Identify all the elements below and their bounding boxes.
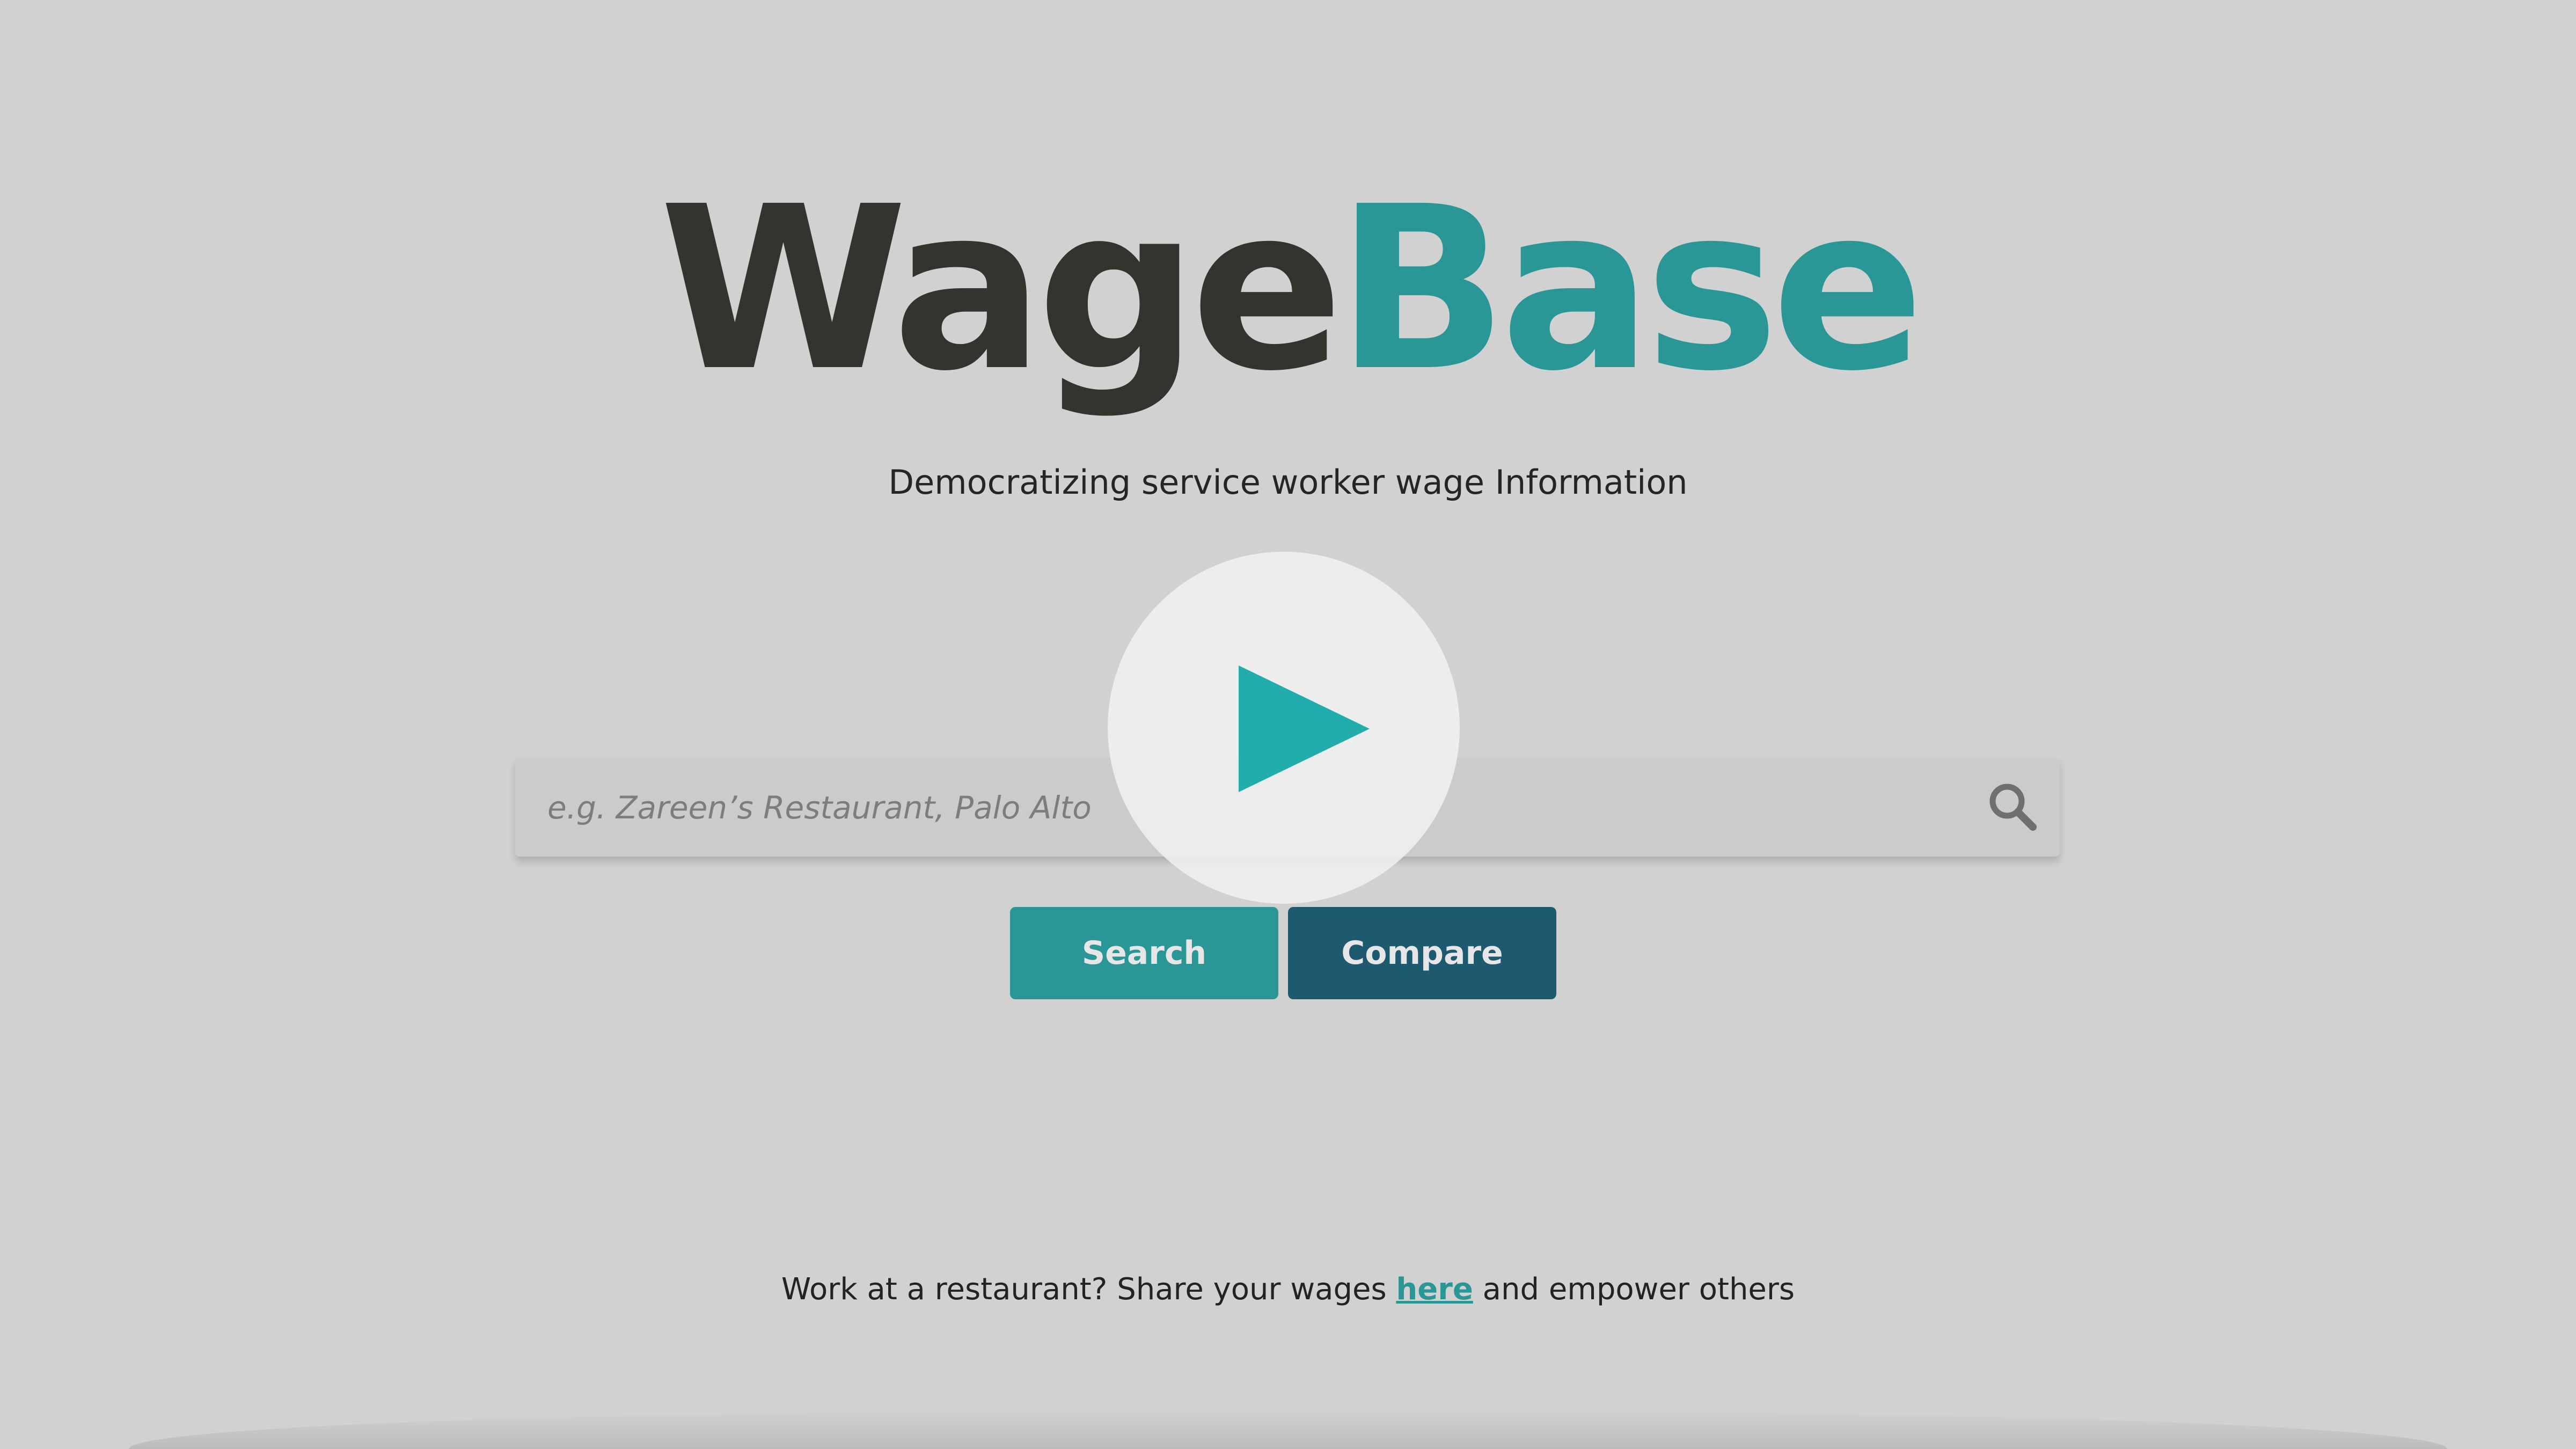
bottom-edge-shadow [129, 1411, 2447, 1449]
search-icon[interactable] [1986, 780, 2039, 833]
logo-wage-text: Wage [659, 158, 1343, 421]
search-button[interactable]: Search [1010, 907, 1278, 999]
tagline: Democratizing service worker wage Inform… [888, 463, 1688, 502]
play-icon [1239, 665, 1370, 792]
share-wages-footer: Work at a restaurant? Share your wages h… [0, 1272, 2576, 1307]
share-wages-link[interactable]: here [1396, 1272, 1473, 1307]
footer-text-after: and empower others [1473, 1272, 1795, 1307]
logo-base-text: Base [1336, 158, 1924, 421]
wagebase-logo: WageBase [0, 177, 2576, 402]
footer-text-before: Work at a restaurant? Share your wages [781, 1272, 1396, 1307]
video-play-button[interactable] [1108, 552, 1460, 904]
compare-button[interactable]: Compare [1288, 907, 1556, 999]
landing-page: WageBase Democratizing service worker wa… [0, 0, 2576, 1449]
